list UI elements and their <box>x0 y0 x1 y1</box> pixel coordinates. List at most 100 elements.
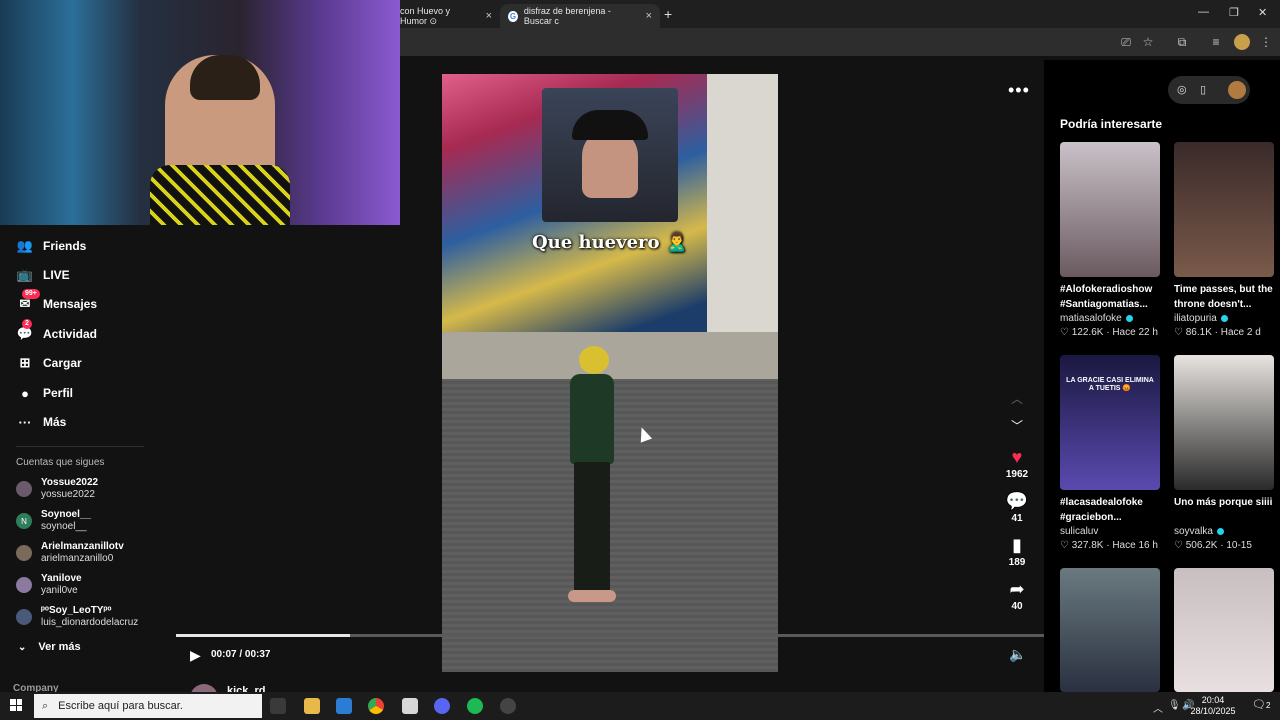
save-button[interactable]: ▮ 189 <box>1004 535 1030 568</box>
followed-account[interactable]: Yanilove yanil0ve <box>16 572 82 598</box>
streamer-webcam <box>0 0 400 225</box>
taskbar-clock[interactable]: 20:04 28/10/2025 <box>1190 695 1236 717</box>
account-username: arielmanzanillo0 <box>41 553 114 564</box>
media-icon[interactable]: ≡ <box>1208 34 1224 50</box>
author-name: iliatopuria <box>1174 313 1217 324</box>
sidebar-item-actividad[interactable]: 💬 2 Actividad <box>16 319 97 346</box>
followed-account[interactable]: Yossue2022 yossue2022 <box>16 476 98 502</box>
more-icon: ··· <box>18 414 32 430</box>
playback-time: 00:07 / 00:37 <box>211 649 271 660</box>
cast-icon[interactable]: ⎚ <box>1118 34 1134 50</box>
recommendation-author[interactable]: iliatopuria <box>1174 313 1228 324</box>
browser-tab[interactable]: con Huevo y Humor ⊙ × <box>392 4 500 28</box>
sidebar-item-friends[interactable]: 👥 Friends <box>16 234 86 258</box>
recommendation-caption[interactable]: #Alofokeradioshow #Santiagomatias... <box>1060 282 1170 312</box>
followed-account[interactable]: ᵖᵒSoy_LeoTYᵖᵒ luis_dionardodelacruz <box>16 604 138 630</box>
recommendation-caption[interactable]: #lacasadealofoke #graciebon... <box>1060 495 1170 525</box>
sidebar-item-perfil[interactable]: ● Perfil <box>16 381 73 405</box>
game-character-legs <box>574 462 610 592</box>
video-player[interactable]: Que huevero 🙎‍♂️ <box>442 74 778 672</box>
close-tab-icon[interactable]: × <box>646 10 652 22</box>
taskbar-search[interactable]: ⌕ Escribe aquí para buscar. <box>34 694 262 718</box>
discord-icon[interactable] <box>434 698 450 714</box>
sidebar-item-label: Friends <box>43 239 87 253</box>
avatar: N <box>16 513 32 529</box>
account-text: ᵖᵒSoy_LeoTYᵖᵒ luis_dionardodelacruz <box>41 605 138 629</box>
store-icon[interactable] <box>336 698 352 714</box>
avatar <box>16 545 32 561</box>
recommendation-author[interactable]: soyvalka <box>1174 526 1224 537</box>
sidebar-item-mensajes[interactable]: ✉ 99+ Mensajes <box>16 289 97 316</box>
recommendation-thumbnail[interactable] <box>1060 142 1160 277</box>
recommendation-thumbnail[interactable] <box>1174 568 1274 692</box>
see-more-button[interactable]: ⌄ Ver más <box>18 641 81 653</box>
phone-icon[interactable]: ▯ <box>1200 83 1206 96</box>
video-caption: Que huevero 🙎‍♂️ <box>532 232 689 253</box>
new-tab-button[interactable]: + <box>664 6 672 22</box>
share-count: 40 <box>1011 601 1023 612</box>
account-username: soynoel__ <box>41 521 87 532</box>
browser-profile-avatar[interactable] <box>1234 34 1250 50</box>
notification-count: 2 <box>1265 701 1271 710</box>
close-window-button[interactable]: ✕ <box>1258 6 1267 19</box>
extensions-icon[interactable]: ⧉ <box>1174 34 1190 50</box>
followed-account[interactable]: Arielmanzanillotv arielmanzanillo0 <box>16 540 124 566</box>
browser-tab-active[interactable]: G disfraz de berenjena - Buscar c × <box>500 4 660 28</box>
recommendation-thumbnail[interactable]: LA GRACIE CASI ELIMINA A TUETIS 😡 <box>1060 355 1160 490</box>
account-name: Yossue2022 <box>41 477 99 488</box>
compass-icon[interactable]: ◎ <box>1177 83 1187 96</box>
chrome-icon[interactable] <box>368 698 384 714</box>
friends-icon: 👥 <box>16 238 34 253</box>
obs-icon[interactable] <box>500 698 516 714</box>
video-facecam <box>542 88 678 222</box>
author-name: sulicaluv <box>1060 526 1099 537</box>
account-username: yanil0ve <box>41 585 78 596</box>
sidebar-item-cargar[interactable]: ⊞ Cargar <box>16 351 82 375</box>
volume-icon[interactable]: 🔈 <box>1009 646 1026 663</box>
microphone-icon[interactable]: 🎙 <box>1168 700 1181 711</box>
sidebar-item-más[interactable]: ··· Más <box>16 410 67 434</box>
recommendation-thumbnail[interactable] <box>1060 568 1160 692</box>
verified-icon <box>1216 528 1224 535</box>
progress-fill <box>176 634 350 637</box>
tray-chevron-icon[interactable]: ︿ <box>1153 700 1163 715</box>
live-icon: 📺 <box>16 267 34 282</box>
notifications-icon[interactable]: 🗨2 <box>1252 698 1270 711</box>
user-avatar[interactable] <box>1228 81 1246 99</box>
task-view-icon[interactable] <box>270 698 286 714</box>
account-name: Yanilove <box>41 573 82 584</box>
windows-start-icon[interactable] <box>10 699 22 711</box>
play-icon[interactable]: ▶ <box>190 647 201 664</box>
recommendation-author[interactable]: matiasalofoke <box>1060 313 1133 324</box>
avatar <box>16 481 32 497</box>
comment-button[interactable]: 💬 41 <box>1004 491 1030 524</box>
messages-icon: ✉ 99+ <box>16 289 40 313</box>
account-text: Yanilove yanil0ve <box>41 573 82 597</box>
clock-date: 28/10/2025 <box>1190 706 1236 716</box>
browser-menu-icon[interactable]: ⋮ <box>1258 34 1274 50</box>
recommendation-stats: ♡ 327.8K · Hace 16 h <box>1060 540 1158 551</box>
sidebar-item-live[interactable]: 📺 LIVE <box>16 263 70 287</box>
spotify-icon[interactable] <box>467 698 483 714</box>
followed-account[interactable]: N Soynoel__ soynoel__ <box>16 508 91 534</box>
more-options-icon[interactable]: ••• <box>1008 80 1030 101</box>
bookmark-icon: ▮ <box>1012 535 1022 555</box>
minimize-button[interactable]: — <box>1198 6 1209 18</box>
previous-video-icon[interactable]: ︿ <box>1011 390 1023 407</box>
file-explorer-icon[interactable] <box>304 698 320 714</box>
app-icon[interactable] <box>402 698 418 714</box>
recommendation-thumbnail[interactable] <box>1174 355 1274 490</box>
recommendation-caption[interactable]: Uno más porque siiii <box>1174 495 1280 525</box>
close-tab-icon[interactable]: × <box>486 10 492 22</box>
bookmark-star-icon[interactable]: ☆ <box>1140 34 1156 50</box>
next-video-icon[interactable]: ﹀ <box>1011 417 1023 434</box>
avatar <box>16 609 32 625</box>
recommendation-thumbnail[interactable] <box>1174 142 1274 277</box>
share-button[interactable]: ➦ 40 <box>1004 579 1030 612</box>
like-button[interactable]: ♥ 1962 <box>1004 447 1030 480</box>
recommendation-author[interactable]: sulicaluv <box>1060 526 1098 537</box>
account-text: Arielmanzanillotv arielmanzanillo0 <box>41 541 124 565</box>
recommendation-caption[interactable]: Time passes, but the throne doesn't... <box>1174 282 1280 312</box>
restore-button[interactable]: ❐ <box>1229 6 1239 19</box>
game-character-body <box>570 374 614 464</box>
